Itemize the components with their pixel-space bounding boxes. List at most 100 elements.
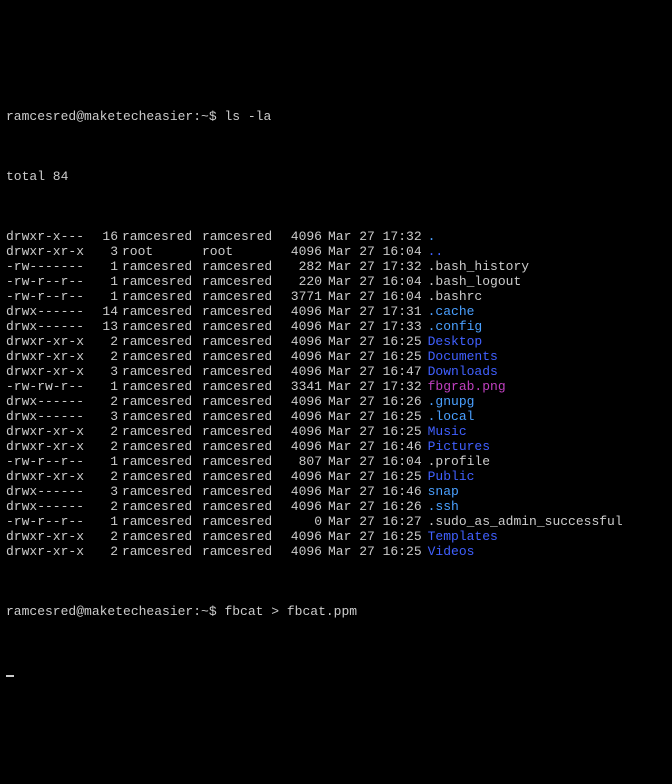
permissions: drwxr-xr-x [6, 334, 94, 349]
prompt-path: :~$ [193, 604, 224, 619]
link-count: 2 [94, 529, 118, 544]
group: ramcesred [202, 409, 282, 424]
owner: ramcesred [118, 424, 202, 439]
permissions: drwx------ [6, 319, 94, 334]
group: ramcesred [202, 289, 282, 304]
prompt-command: fbcat > fbcat.ppm [224, 604, 357, 619]
list-item: -rw-r--r--1ramcesredramcesred807Mar 27 1… [6, 454, 666, 469]
filename: fbgrab.png [422, 379, 506, 394]
date: Mar 27 17:33 [322, 319, 422, 334]
filename: .local [422, 409, 475, 424]
list-item: drwx------3ramcesredramcesred4096Mar 27 … [6, 409, 666, 424]
size: 4096 [282, 424, 322, 439]
size: 4096 [282, 319, 322, 334]
size: 4096 [282, 544, 322, 559]
owner: ramcesred [118, 439, 202, 454]
link-count: 2 [94, 424, 118, 439]
group: ramcesred [202, 424, 282, 439]
list-item: drwxr-x---16ramcesredramcesred4096Mar 27… [6, 229, 666, 244]
filename: .profile [422, 454, 490, 469]
date: Mar 27 16:04 [322, 274, 422, 289]
size: 220 [282, 274, 322, 289]
terminal[interactable]: ramcesred@maketecheasier:~$ ls -la total… [6, 64, 666, 709]
filename: snap [422, 484, 459, 499]
filename: Videos [422, 544, 475, 559]
group: ramcesred [202, 484, 282, 499]
group: ramcesred [202, 274, 282, 289]
group: ramcesred [202, 229, 282, 244]
link-count: 2 [94, 334, 118, 349]
permissions: drwxr-xr-x [6, 529, 94, 544]
link-count: 1 [94, 454, 118, 469]
permissions: -rw-r--r-- [6, 454, 94, 469]
owner: ramcesred [118, 304, 202, 319]
date: Mar 27 17:32 [322, 259, 422, 274]
prompt-command: ls -la [224, 109, 271, 124]
list-item: drwxr-xr-x2ramcesredramcesred4096Mar 27 … [6, 469, 666, 484]
group: ramcesred [202, 394, 282, 409]
filename: Pictures [422, 439, 490, 454]
link-count: 14 [94, 304, 118, 319]
cursor-line [6, 664, 666, 679]
permissions: drwx------ [6, 394, 94, 409]
filename: .cache [422, 304, 475, 319]
group: ramcesred [202, 544, 282, 559]
permissions: drwx------ [6, 409, 94, 424]
permissions: drwx------ [6, 484, 94, 499]
link-count: 3 [94, 364, 118, 379]
date: Mar 27 16:46 [322, 484, 422, 499]
prompt-userhost: ramcesred@maketecheasier [6, 109, 193, 124]
permissions: drwxr-xr-x [6, 244, 94, 259]
date: Mar 27 17:32 [322, 229, 422, 244]
permissions: -rw-r--r-- [6, 514, 94, 529]
owner: ramcesred [118, 274, 202, 289]
owner: ramcesred [118, 349, 202, 364]
owner: ramcesred [118, 469, 202, 484]
owner: ramcesred [118, 259, 202, 274]
link-count: 1 [94, 259, 118, 274]
filename: .gnupg [422, 394, 475, 409]
group: ramcesred [202, 259, 282, 274]
date: Mar 27 17:31 [322, 304, 422, 319]
size: 0 [282, 514, 322, 529]
group: ramcesred [202, 469, 282, 484]
link-count: 3 [94, 409, 118, 424]
size: 4096 [282, 439, 322, 454]
filename: .bash_history [422, 259, 529, 274]
link-count: 2 [94, 499, 118, 514]
permissions: -rw-r--r-- [6, 289, 94, 304]
owner: ramcesred [118, 499, 202, 514]
permissions: -rw-r--r-- [6, 274, 94, 289]
size: 4096 [282, 244, 322, 259]
size: 4096 [282, 409, 322, 424]
permissions: drwxr-xr-x [6, 439, 94, 454]
size: 4096 [282, 349, 322, 364]
date: Mar 27 16:25 [322, 424, 422, 439]
date: Mar 27 16:25 [322, 334, 422, 349]
filename: Public [422, 469, 475, 484]
list-item: drwxr-xr-x2ramcesredramcesred4096Mar 27 … [6, 439, 666, 454]
list-item: drwx------2ramcesredramcesred4096Mar 27 … [6, 394, 666, 409]
link-count: 3 [94, 484, 118, 499]
permissions: drwxr-xr-x [6, 424, 94, 439]
size: 4096 [282, 394, 322, 409]
date: Mar 27 17:32 [322, 379, 422, 394]
link-count: 3 [94, 244, 118, 259]
cursor [6, 675, 14, 677]
permissions: drwxr-x--- [6, 229, 94, 244]
group: ramcesred [202, 349, 282, 364]
size: 807 [282, 454, 322, 469]
group: ramcesred [202, 439, 282, 454]
date: Mar 27 16:25 [322, 409, 422, 424]
list-item: -rw-r--r--1ramcesredramcesred220Mar 27 1… [6, 274, 666, 289]
owner: ramcesred [118, 364, 202, 379]
link-count: 1 [94, 514, 118, 529]
list-item: -rw-r--r--1ramcesredramcesred0Mar 27 16:… [6, 514, 666, 529]
owner: ramcesred [118, 514, 202, 529]
group: ramcesred [202, 514, 282, 529]
list-item: drwxr-xr-x2ramcesredramcesred4096Mar 27 … [6, 544, 666, 559]
filename: .ssh [422, 499, 459, 514]
permissions: drwx------ [6, 304, 94, 319]
size: 4096 [282, 469, 322, 484]
owner: ramcesred [118, 229, 202, 244]
